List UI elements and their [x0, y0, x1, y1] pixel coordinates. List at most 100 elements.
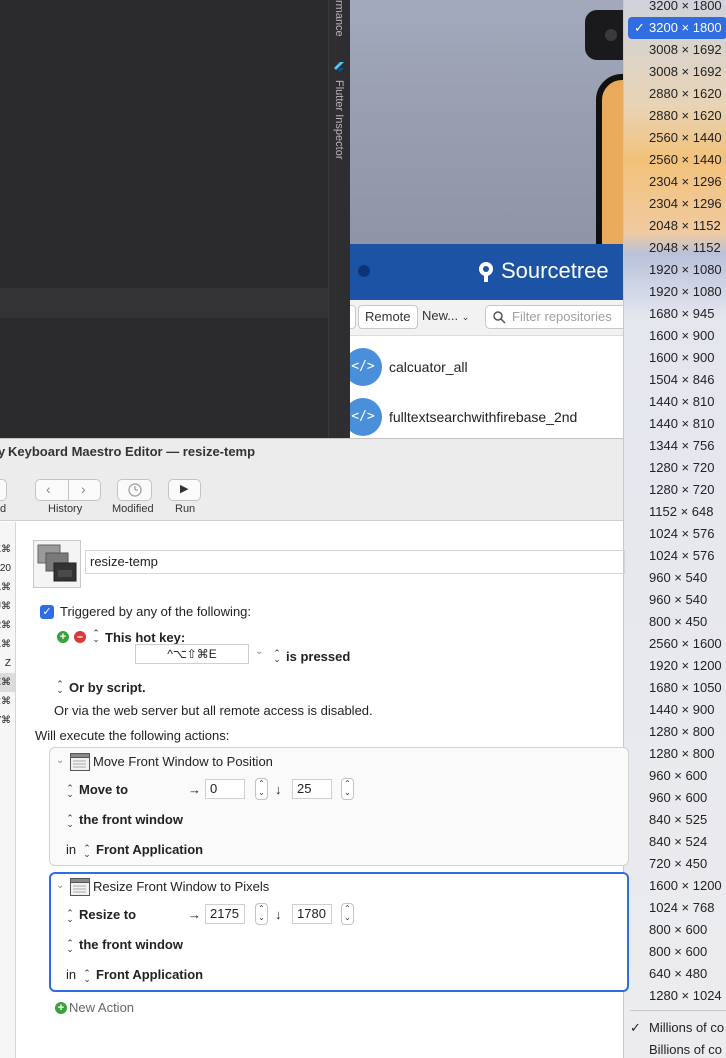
color-option-billions[interactable]: Billions of co [624, 1039, 726, 1058]
action-move-window[interactable]: ⌄ Move Front Window to Position ⌃ ⌄ Move … [49, 747, 629, 866]
width-stepper[interactable]: ⌃ ⌄ [255, 903, 268, 925]
color-option-millions[interactable]: ✓ Millions of co [624, 1017, 726, 1039]
target-window-popup[interactable]: the front window [79, 937, 183, 952]
sidebar-macro-item[interactable]: ⌘1 [0, 635, 15, 654]
or-by-script-label[interactable]: Or by script. [69, 680, 146, 695]
move-to-popup[interactable]: Move to [79, 782, 128, 797]
is-pressed-label[interactable]: is pressed [286, 649, 350, 664]
chevron-down-icon[interactable]: ⌄ [255, 646, 263, 657]
resolution-option[interactable]: 3200 × 1800 [624, 0, 726, 17]
resolution-option[interactable]: 1280 × 1024 [624, 985, 726, 1007]
resolution-option[interactable]: 1504 × 846 [624, 369, 726, 391]
resolution-option[interactable]: 800 × 450 [624, 611, 726, 633]
action-resize-window[interactable]: ⌄ Resize Front Window to Pixels ⌃ ⌄ Resiz… [49, 872, 629, 992]
resolution-option[interactable]: 1440 × 900 [624, 699, 726, 721]
new-repo-button[interactable]: New... ⌄ [416, 305, 475, 329]
height-field[interactable]: 1780 [292, 904, 332, 924]
sidebar-macro-item[interactable]: Z [0, 654, 15, 673]
resolution-option[interactable]: 1152 × 648 [624, 501, 726, 523]
resolution-option[interactable]: 1280 × 720 [624, 457, 726, 479]
popup-updown-icon[interactable]: ⌃ ⌄ [66, 784, 74, 799]
resolution-option[interactable]: 840 × 524 [624, 831, 726, 853]
application-popup[interactable]: Front Application [96, 842, 203, 857]
resolution-option[interactable]: 1600 × 900 [624, 325, 726, 347]
resolution-option[interactable]: 1280 × 720 [624, 479, 726, 501]
sidebar-macro-item[interactable]: ⌘L [0, 578, 15, 597]
application-popup[interactable]: Front Application [96, 967, 203, 982]
resolution-option[interactable]: 840 × 525 [624, 809, 726, 831]
sidebar-macro-item[interactable]: ⌘K [0, 540, 15, 559]
disclosure-chevron-icon[interactable]: ⌄ [56, 755, 64, 766]
popup-updown-icon[interactable]: ⌃ ⌄ [92, 629, 100, 644]
resolution-option[interactable]: 960 × 600 [624, 787, 726, 809]
new-action-icon[interactable]: + [55, 1002, 67, 1014]
resolution-option[interactable]: 800 × 600 [624, 919, 726, 941]
repo-list-item[interactable]: </> calcuator_all [350, 344, 626, 392]
popup-updown-icon[interactable]: ⌃ ⌄ [66, 909, 74, 924]
resolution-option[interactable]: 2560 × 1600 [624, 633, 726, 655]
resolution-option[interactable]: 2048 × 1152 [624, 237, 726, 259]
sidebar-macro-item[interactable]: 20 [0, 559, 15, 578]
toolbar-left-button[interactable] [0, 479, 7, 501]
popup-updown-icon[interactable]: ⌃ ⌄ [56, 680, 64, 695]
resolution-option[interactable]: 1920 × 1080 [624, 281, 726, 303]
resolution-option[interactable]: ✓ 3200 × 1800 [628, 17, 726, 39]
resolution-option[interactable]: 1024 × 576 [624, 523, 726, 545]
macro-name-field[interactable]: resize-temp [85, 550, 625, 574]
macro-icon[interactable] [33, 540, 81, 588]
width-field[interactable]: 2175 [205, 904, 245, 924]
resolution-option[interactable]: 800 × 600 [624, 941, 726, 963]
remove-trigger-icon[interactable]: – [74, 631, 86, 643]
triggered-checkbox[interactable]: ✓ [40, 605, 54, 619]
y-coordinate-field[interactable]: 25 [292, 779, 332, 799]
resolution-option[interactable]: 640 × 480 [624, 963, 726, 985]
y-stepper[interactable]: ⌃ ⌄ [341, 778, 354, 800]
resolution-option[interactable]: 1280 × 800 [624, 743, 726, 765]
resolution-option[interactable]: 1024 × 768 [624, 897, 726, 919]
popup-updown-icon[interactable]: ⌃ ⌄ [83, 969, 91, 984]
sidebar-macro-item[interactable]: ⌘R [0, 692, 15, 711]
popup-updown-icon[interactable]: ⌃ ⌄ [66, 939, 74, 954]
resolution-option[interactable]: 3008 × 1692 [624, 61, 726, 83]
resolution-option[interactable]: 960 × 540 [624, 567, 726, 589]
forward-icon[interactable]: › [81, 481, 86, 497]
hotkey-trigger-label[interactable]: This hot key: [105, 630, 185, 645]
tab-local[interactable] [350, 305, 356, 329]
repo-list-item[interactable]: </> fulltextsearchwithfirebase_2nd [350, 394, 626, 438]
resolution-option[interactable]: 1600 × 900 [624, 347, 726, 369]
resolution-option[interactable]: 1440 × 810 [624, 413, 726, 435]
sidebar-macro-item[interactable]: ⌘E [0, 673, 15, 692]
resolution-option[interactable]: 1280 × 800 [624, 721, 726, 743]
resolution-option[interactable]: 1920 × 1200 [624, 655, 726, 677]
resolution-option[interactable]: 960 × 540 [624, 589, 726, 611]
resolution-option[interactable]: 960 × 600 [624, 765, 726, 787]
target-window-popup[interactable]: the front window [79, 812, 183, 827]
resolution-option[interactable]: 2304 × 1296 [624, 193, 726, 215]
resolution-option[interactable]: 720 × 450 [624, 853, 726, 875]
popup-updown-icon[interactable]: ⌃ ⌄ [83, 844, 91, 859]
height-stepper[interactable]: ⌃ ⌄ [341, 903, 354, 925]
back-icon[interactable]: ‹ [46, 481, 51, 497]
resolution-option[interactable]: 2048 × 1152 [624, 215, 726, 237]
disclosure-chevron-icon[interactable]: ⌄ [56, 880, 64, 891]
side-tab-performance[interactable]: rmance [333, 0, 345, 37]
sidebar-macro-item[interactable]: ⌘2 [0, 616, 15, 635]
add-trigger-icon[interactable]: + [57, 631, 69, 643]
resolution-option[interactable]: 1920 × 1080 [624, 259, 726, 281]
filter-repositories-input[interactable]: Filter repositories [485, 305, 626, 329]
resolution-option[interactable]: 1680 × 1050 [624, 677, 726, 699]
resolution-option[interactable]: 3008 × 1692 [624, 39, 726, 61]
resize-to-popup[interactable]: Resize to [79, 907, 136, 922]
modified-button[interactable] [117, 479, 152, 501]
run-button[interactable]: ▶ [168, 479, 201, 501]
resolution-option[interactable]: 1680 × 945 [624, 303, 726, 325]
resolution-option[interactable]: 1440 × 810 [624, 391, 726, 413]
resolution-option[interactable]: 1600 × 1200 [624, 875, 726, 897]
x-coordinate-field[interactable]: 0 [205, 779, 245, 799]
sidebar-macro-item[interactable]: ⌘V [0, 711, 15, 730]
history-buttons[interactable]: ‹ › [35, 479, 101, 501]
tab-remote[interactable]: Remote [358, 305, 418, 329]
x-stepper[interactable]: ⌃ ⌄ [255, 778, 268, 800]
resolution-option[interactable]: 2304 × 1296 [624, 171, 726, 193]
resolution-option[interactable]: 2560 × 1440 [624, 127, 726, 149]
